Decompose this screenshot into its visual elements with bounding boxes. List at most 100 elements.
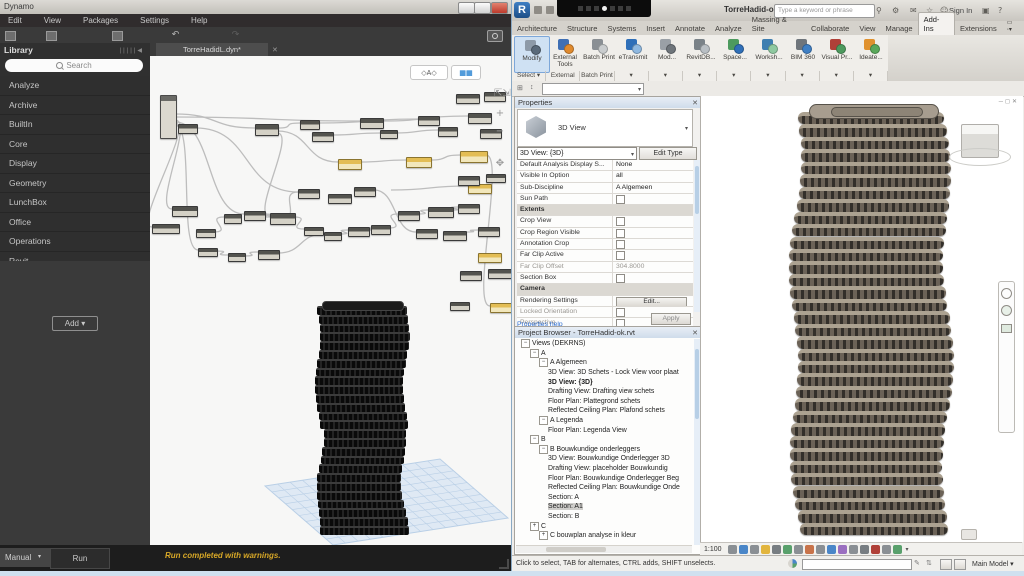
graph-node-31[interactable] [406,157,432,168]
ribbon-tab-insert[interactable]: Insert [641,22,670,35]
checkbox[interactable] [616,251,625,260]
properties-header[interactable]: Properties ✕ [515,97,701,108]
ribbon-display-toggle-icon[interactable]: ▭ ◦▾ [1002,17,1024,35]
revit-logo[interactable]: R [514,2,530,18]
tree-expand-icon[interactable]: + [539,531,548,540]
open-file-icon[interactable] [46,31,57,41]
property-value[interactable]: all [613,171,693,181]
graph-node-17[interactable] [298,189,320,199]
graph-node-21[interactable] [324,232,342,241]
edit-type-button[interactable]: Edit Type [639,147,697,160]
run-mode-dropdown[interactable]: Manual [0,548,51,567]
view-control-icon-15[interactable] [893,545,902,554]
view-control-icon-3[interactable] [761,545,770,554]
ribbon-panel-footer[interactable]: ▾ [717,71,751,81]
view-control-icon-7[interactable] [805,545,814,554]
project-browser-header[interactable]: Project Browser - TorreHadid-ok.rvt ✕ [515,327,701,338]
ribbon-button-etransmit[interactable]: eTransmit [616,36,650,71]
graph-node-40[interactable] [458,176,480,186]
graph-node-38[interactable] [456,94,480,104]
property-value[interactable]: A Algemeen [613,183,693,193]
tree-item-c-bouwplan-analyse-in-kleur[interactable]: +C bouwplan analyse in kleur [517,531,693,541]
pan-icon[interactable] [1001,305,1012,316]
worksets-icon[interactable] [788,559,797,568]
checkbox[interactable] [616,274,625,283]
save-icon[interactable] [112,31,123,41]
ribbon-button-modify[interactable]: Modify [514,36,550,73]
tree-item-floor-plan-bouwkundige-onderlegger-beg[interactable]: Floor Plan: Bouwkundige Onderlegger Beg [517,473,693,483]
library-category-analyze[interactable]: Analyze [0,76,150,96]
graph-node-41[interactable] [486,174,506,183]
exclude-options-button[interactable] [940,559,952,570]
tree-item-floor-plan-legenda-view[interactable]: Floor Plan: Legenda View [517,425,693,435]
ribbon-tab-structure[interactable]: Structure [562,22,602,35]
new-file-icon[interactable] [5,31,16,41]
graph-node-19[interactable] [354,187,376,197]
property-value[interactable] [613,239,693,249]
library-category-operations[interactable]: Operations [0,232,150,252]
resize-grip[interactable] [499,559,509,569]
ribbon-panel-footer[interactable]: ▾ [854,71,888,81]
view-control-icon-11[interactable] [849,545,858,554]
editable-only-icon[interactable]: ✎ [914,559,920,567]
graph-node-15[interactable] [244,211,266,221]
steering-wheel-icon[interactable] [1001,288,1012,299]
zoom-out-icon[interactable]: − [494,126,506,137]
checkbox[interactable] [616,229,625,238]
view-control-icon-13[interactable] [871,545,880,554]
worksets-dropdown[interactable] [802,559,912,570]
ribbon-panel-footer[interactable]: ▾ [786,71,820,81]
graph-node-25[interactable] [428,207,454,218]
view-control-icon-6[interactable] [794,545,803,554]
property-value[interactable] [613,273,693,283]
property-value[interactable] [613,216,693,226]
menu-edit[interactable]: Edit [8,16,22,25]
viewbar-caret-icon[interactable]: ▾ [906,546,909,553]
ribbon-button-worksh-[interactable]: Worksh... [752,36,786,71]
library-pagination-icon[interactable]: |||||◀ [120,47,144,54]
checkbox[interactable] [616,195,625,204]
close-project-browser-icon[interactable]: ✕ [692,328,698,339]
graph-node-9[interactable] [468,113,492,124]
edit-button[interactable]: Edit... [616,297,687,306]
tree-item-3d-view-3d-schets-lock-view-voor-plaat[interactable]: 3D View: 3D Schets - Lock View voor plaa… [517,368,693,378]
tree-item-3d-view-3d-[interactable]: 3D View: {3D} [517,377,693,387]
graph-node-8[interactable] [438,127,458,137]
undo-icon[interactable]: ↶ [170,30,181,40]
ribbon-button-visual-pr-[interactable]: Visual Pr... [820,36,854,71]
view-control-icon-2[interactable] [750,545,759,554]
tree-expand-icon[interactable]: − [521,339,530,348]
tree-expand-icon[interactable]: − [539,416,548,425]
tree-item-reflected-ceiling-plan-bouwkundige-onde[interactable]: Reflected Ceiling Plan: Bouwkundige Onde [517,483,693,493]
design-options-icon[interactable]: ⇅ [926,559,932,567]
graph-node-42[interactable] [460,271,482,281]
graph-node-34[interactable] [478,253,502,263]
graph-node-1[interactable] [178,124,198,134]
library-category-core[interactable]: Core [0,135,150,155]
ribbon-panel-footer[interactable]: ▾ [649,71,683,81]
ribbon-tab-manage[interactable]: Manage [880,22,917,35]
menu-settings[interactable]: Settings [140,16,169,25]
graph-node-29[interactable] [478,227,500,237]
redo-icon[interactable]: ↷ [230,30,241,40]
graph-node-44[interactable] [490,303,511,313]
graph-node-13[interactable] [196,229,216,238]
tree-item-section-a1[interactable]: Section: A1 [517,502,693,512]
ribbon-panel-footer[interactable]: ▾ [615,71,649,81]
view-control-icon-1[interactable] [739,545,748,554]
run-button[interactable]: Run [50,548,110,569]
ribbon-button-external-tools[interactable]: External Tools [548,36,582,71]
tree-item-drafting-view-drafting-view-schets[interactable]: Drafting View: Drafting view schets [517,387,693,397]
view-control-icon-4[interactable] [772,545,781,554]
graph-node-24[interactable] [398,211,420,221]
dynamo-titlebar[interactable]: Dynamo [0,0,511,15]
exchange-apps-icon[interactable]: ▣ [982,6,990,15]
graph-node-12[interactable] [152,224,180,234]
drawing-area[interactable]: ─◻✕ [700,96,1023,542]
tree-item-section-b[interactable]: Section: B [517,512,693,522]
ribbon-button-space-[interactable]: Space... [718,36,752,71]
menu-help[interactable]: Help [191,16,207,25]
ribbon-panel-footer[interactable]: Select ▾ [512,71,546,81]
dynamo-canvas[interactable]: ◇A◇ ▦▦ ⇱⇲ + − ✥ [150,56,511,545]
tree-expand-icon[interactable]: + [530,522,539,531]
